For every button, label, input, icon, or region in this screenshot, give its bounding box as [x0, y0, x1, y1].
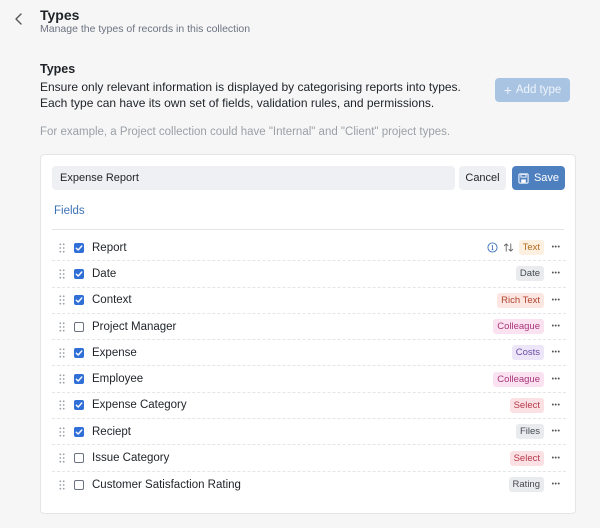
drag-handle-icon[interactable] [56, 400, 68, 411]
tab-divider [52, 229, 564, 230]
drag-handle-icon[interactable] [56, 243, 68, 253]
field-meta: Rating [508, 477, 544, 493]
ellipsis-icon[interactable]: ••• [549, 349, 563, 356]
ellipsis-icon[interactable]: ••• [549, 481, 563, 488]
field-visible-checkbox[interactable] [74, 242, 84, 253]
tab-fields[interactable]: Fields [54, 205, 85, 217]
field-meta: Colleague [493, 371, 544, 387]
field-list: Report Text ••• Date Date ••• Context Ri… [52, 235, 566, 498]
page-subtitle: Manage the types of records in this coll… [40, 23, 251, 35]
field-meta: Files [515, 424, 544, 440]
floppy-disk-icon [518, 172, 529, 184]
field-type-badge: Colleague [493, 371, 544, 387]
checkmark-icon [75, 244, 83, 251]
checkmark-icon [75, 271, 83, 277]
save-button[interactable]: Save [512, 166, 565, 190]
field-label: Expense Category [92, 399, 187, 412]
ellipsis-icon[interactable]: ••• [549, 402, 563, 409]
field-label: Reciept [92, 425, 131, 438]
type-name-input[interactable] [52, 166, 455, 190]
field-row[interactable]: Expense Costs ••• [52, 340, 566, 367]
drag-handle-icon[interactable] [56, 269, 68, 279]
field-row[interactable]: Reciept Files ••• [52, 419, 566, 446]
field-label: Expense [92, 346, 137, 359]
field-type-badge: Colleague [493, 319, 544, 335]
field-type-badge: Select [509, 450, 544, 466]
sort-arrows-icon[interactable] [503, 242, 514, 253]
field-visible-checkbox[interactable] [74, 453, 84, 464]
field-meta: Costs [511, 345, 544, 361]
checkmark-icon [75, 429, 83, 435]
drag-handle-icon[interactable] [56, 480, 68, 490]
field-visible-checkbox[interactable] [74, 321, 84, 332]
field-label: Report [92, 241, 127, 254]
field-row[interactable]: Context Rich Text ••• [52, 288, 566, 314]
ellipsis-icon[interactable]: ••• [549, 376, 563, 383]
field-visible-checkbox[interactable] [74, 268, 84, 279]
field-visible-checkbox[interactable] [74, 426, 84, 437]
field-meta: Text [487, 240, 544, 256]
ellipsis-icon[interactable]: ••• [549, 428, 563, 435]
field-meta: Select [509, 397, 544, 413]
ellipsis-icon[interactable]: ••• [549, 244, 563, 251]
field-meta: Rich Text [497, 292, 544, 308]
field-row[interactable]: Expense Category Select ••• [52, 393, 566, 420]
plus-icon: + [503, 82, 512, 98]
field-meta: Select [509, 450, 544, 466]
type-editor-card: Cancel Save Fields Report [40, 154, 576, 514]
add-type-label: Add type [515, 84, 562, 96]
field-visible-checkbox[interactable] [74, 374, 84, 385]
field-meta: Colleague [493, 319, 544, 335]
field-row[interactable]: Project Manager Colleague ••• [52, 314, 566, 341]
checkmark-icon [75, 376, 83, 382]
checkmark-icon [75, 297, 83, 303]
field-row[interactable]: Date Date ••• [52, 261, 566, 288]
field-row[interactable]: Employee Colleague ••• [52, 366, 566, 393]
field-type-badge: Select [509, 397, 544, 413]
back-button[interactable] [10, 10, 28, 28]
field-label: Employee [92, 373, 144, 386]
field-type-badge: Text [518, 240, 544, 256]
field-label: Issue Category [92, 452, 170, 465]
field-visible-checkbox[interactable] [74, 347, 84, 358]
checkmark-icon [75, 350, 83, 356]
drag-handle-icon[interactable] [56, 453, 68, 463]
ellipsis-icon[interactable]: ••• [549, 455, 563, 462]
field-type-badge: Rich Text [497, 292, 544, 308]
save-label: Save [533, 172, 560, 184]
field-type-badge: Date [515, 266, 544, 282]
checkmark-icon [75, 402, 83, 409]
drag-handle-icon[interactable] [56, 427, 68, 437]
chevron-left-icon [15, 13, 22, 25]
info-circle-icon[interactable] [487, 242, 498, 253]
field-visible-checkbox[interactable] [74, 400, 84, 411]
field-label: Date [92, 267, 117, 280]
field-visible-checkbox[interactable] [74, 479, 84, 490]
cancel-button[interactable]: Cancel [459, 166, 506, 190]
field-type-badge: Files [515, 424, 544, 440]
field-row[interactable]: Report Text ••• [52, 235, 566, 262]
field-row[interactable]: Issue Category Select ••• [52, 445, 566, 472]
add-type-button[interactable]: + Add type [495, 78, 570, 102]
section-description: Ensure only relevant information is disp… [40, 80, 461, 110]
ellipsis-icon[interactable]: ••• [549, 270, 563, 277]
field-row[interactable]: Customer Satisfaction Rating Rating ••• [52, 472, 566, 498]
drag-handle-icon[interactable] [56, 348, 68, 358]
field-meta: Date [515, 266, 544, 282]
page-title: Types [40, 7, 80, 23]
field-visible-checkbox[interactable] [74, 295, 84, 306]
field-label: Context [92, 294, 132, 307]
field-type-badge: Costs [511, 345, 544, 361]
ellipsis-icon[interactable]: ••• [549, 323, 563, 330]
drag-handle-icon[interactable] [56, 374, 68, 384]
example-text: For example, a Project collection could … [40, 126, 451, 138]
field-label: Customer Satisfaction Rating [92, 478, 241, 491]
drag-handle-icon[interactable] [56, 321, 68, 332]
field-label: Project Manager [92, 320, 177, 333]
section-title: Types [40, 62, 76, 76]
drag-handle-icon[interactable] [56, 295, 68, 305]
ellipsis-icon[interactable]: ••• [549, 297, 563, 304]
field-type-badge: Rating [508, 477, 544, 493]
